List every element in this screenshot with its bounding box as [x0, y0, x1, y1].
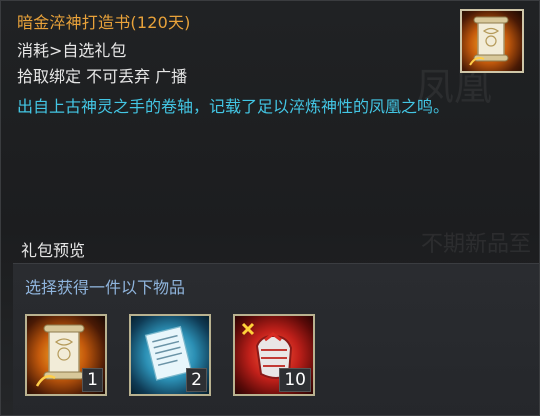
item-name: 暗金淬神打造书(120天)	[17, 13, 191, 32]
gift-preview-label: 礼包预览	[21, 241, 86, 260]
item-binding: 拾取绑定 不可丢弃 广播	[17, 67, 188, 86]
gift-instruction: 选择获得一件以下物品	[25, 278, 186, 297]
reward-quantity: 2	[186, 368, 207, 392]
item-cost: 消耗>自选礼包	[17, 41, 127, 60]
reward-quantity: 10	[279, 368, 311, 392]
reward-slot-2[interactable]: 2	[129, 314, 211, 396]
reward-slot-3[interactable]: 10	[233, 314, 315, 396]
background-watermark-text: 不期新品至	[421, 232, 532, 257]
reward-slot-1[interactable]: 1	[25, 314, 107, 396]
gift-preview-panel: 选择获得一件以下物品 1 2 10	[13, 263, 539, 415]
reward-quantity: 1	[82, 368, 103, 392]
scroll-icon	[460, 9, 524, 73]
item-description: 出自上古神灵之手的卷轴，记载了足以淬炼神性的凤凰之鸣。	[17, 97, 450, 116]
item-tooltip: 凤凰 不期新品至 之 七连 暗金淬神打造书(120天) 消耗>自选礼包 拾取绑定…	[0, 0, 540, 416]
